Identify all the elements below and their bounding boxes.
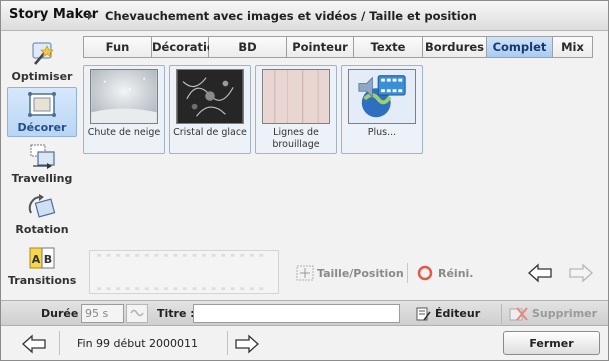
duration-field[interactable] — [81, 304, 124, 323]
rotation-icon — [28, 194, 56, 218]
sidebar-item-rotation[interactable]: Rotation — [7, 189, 77, 239]
duration-link-icon[interactable] — [126, 304, 148, 323]
footer-previous-arrow-icon[interactable] — [21, 334, 47, 354]
more-effects-icon — [348, 69, 416, 124]
sidebar-item-optimiser[interactable]: Optimiser — [7, 36, 77, 86]
effects-panel: Chute de neige Cristal de glace Lignes d… — [83, 59, 594, 294]
duration-label: Durée : — [41, 307, 87, 320]
thumbnail-label: Chute de neige — [87, 127, 161, 138]
thumbnail-label: Lignes de brouillage — [272, 127, 320, 150]
tab-decoration[interactable]: Décoration — [152, 37, 223, 57]
title-label: Titre : — [157, 307, 195, 320]
footer-divider — [59, 331, 60, 355]
ab-transition-icon: A B — [29, 247, 55, 269]
sidebar: Optimiser Décorer Travelling Rotation A … — [7, 36, 77, 292]
filmstrip-preview — [89, 250, 279, 294]
scrambled-lines-thumbnail — [262, 69, 330, 124]
ice-crystal-thumbnail — [176, 69, 244, 124]
title-field[interactable] — [193, 304, 400, 323]
sidebar-item-label: Transitions — [8, 274, 77, 287]
footer-divider — [227, 331, 228, 355]
control-divider — [407, 263, 408, 283]
tab-pointeur[interactable]: Pointeur — [287, 37, 354, 57]
thumbnail-label: Cristal de glace — [173, 127, 247, 138]
thumbnail-label: Plus... — [367, 127, 397, 138]
sidebar-item-decorer[interactable]: Décorer — [7, 87, 77, 137]
tab-mix[interactable]: Mix — [553, 37, 592, 57]
tab-complet[interactable]: Complet — [487, 37, 553, 57]
footer-next-arrow-icon[interactable] — [234, 334, 260, 354]
effect-category-tabs: Fun Décoration BD Pointeur Texte Bordure… — [83, 36, 593, 58]
effect-thumbnail-cristal-de-glace[interactable]: Cristal de glace — [169, 65, 251, 154]
tab-bordures[interactable]: Bordures — [423, 37, 487, 57]
app-title: Story Maker — [9, 7, 99, 22]
close-button[interactable]: Fermer — [503, 331, 600, 355]
sidebar-item-label: Travelling — [11, 172, 73, 185]
frame-icon — [28, 92, 56, 117]
reset-button[interactable]: Réini. — [438, 267, 473, 280]
travelling-icon — [30, 144, 55, 169]
sidebar-item-transitions[interactable]: A B Transitions — [7, 240, 77, 290]
status-text: Fin 99 début 2000011 — [77, 337, 199, 350]
delete-icon — [509, 307, 528, 321]
sidebar-item-label: Optimiser — [11, 70, 73, 83]
next-arrow-icon[interactable] — [568, 263, 594, 283]
size-position-button[interactable]: Taille/Position — [317, 267, 404, 280]
wand-icon — [32, 42, 54, 65]
title-bar: Story Maker Chevauchement avec images et… — [1, 1, 608, 31]
reset-icon — [417, 265, 433, 281]
breadcrumb-arrow-icon — [88, 12, 93, 20]
story-maker-window: Story Maker Chevauchement avec images et… — [0, 0, 609, 361]
move-resize-icon — [296, 265, 314, 281]
editor-icon — [416, 307, 431, 321]
footer: Fin 99 début 2000011 Fermer — [1, 327, 608, 360]
sidebar-item-label: Décorer — [17, 121, 67, 134]
editor-button[interactable]: Éditeur — [435, 307, 480, 320]
sidebar-item-label: Rotation — [15, 223, 69, 236]
sidebar-item-travelling[interactable]: Travelling — [7, 138, 77, 188]
tab-texte[interactable]: Texte — [354, 37, 423, 57]
tab-bd[interactable]: BD — [209, 37, 287, 57]
previous-arrow-icon[interactable] — [527, 263, 553, 283]
tab-fun[interactable]: Fun — [84, 37, 152, 57]
fieldbar-divider — [501, 304, 502, 324]
effect-thumbnail-lignes-de-brouillage[interactable]: Lignes de brouillage — [255, 65, 337, 154]
effect-thumbnail-chute-de-neige[interactable]: Chute de neige — [83, 65, 165, 154]
properties-bar: Durée : Titre : Éditeur Supprimer — [1, 300, 608, 326]
snowfall-thumbnail — [90, 69, 158, 124]
effect-thumbnail-plus[interactable]: Plus... — [341, 65, 423, 154]
svg-text:A: A — [32, 253, 41, 266]
svg-text:B: B — [44, 253, 52, 266]
breadcrumb: Chevauchement avec images et vidéos / Ta… — [105, 9, 477, 23]
delete-button[interactable]: Supprimer — [532, 307, 597, 320]
